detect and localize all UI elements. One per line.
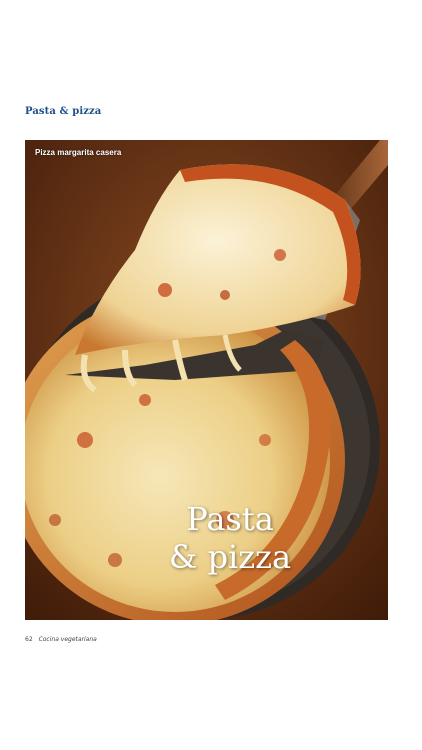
magazine-name: Cocina vegetariana [38, 636, 97, 643]
section-title: Pasta & pizza [25, 106, 102, 117]
pizza-photo: Pizza margarita casera Pasta & pizza [25, 140, 388, 620]
overlay-title-line1: Pasta [186, 500, 274, 538]
photo-caption: Pizza margarita casera [35, 148, 122, 157]
overlay-title: Pasta & pizza [130, 500, 330, 576]
page-footer: 62 Cocina vegetariana [25, 636, 97, 643]
page-number: 62 [25, 636, 33, 643]
overlay-title-line2: & pizza [168, 538, 292, 576]
